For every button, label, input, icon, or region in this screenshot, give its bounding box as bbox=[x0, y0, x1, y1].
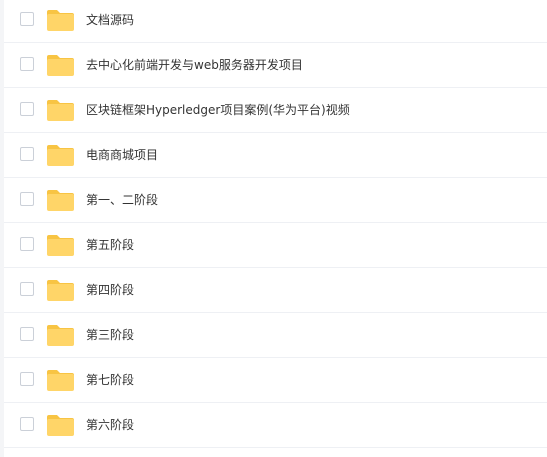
file-list: 文档源码 去中心化前端开发与web服务器开发项目 区块链框架Hyperledge… bbox=[0, 0, 547, 457]
list-item[interactable]: 第一、二阶段 bbox=[4, 178, 547, 223]
folder-name[interactable]: 第七阶段 bbox=[86, 371, 134, 389]
list-item[interactable]: 第四阶段 bbox=[4, 268, 547, 313]
list-item[interactable]: 第六阶段 bbox=[4, 403, 547, 448]
folder-name[interactable]: 区块链框架Hyperledger项目案例(华为平台)视频 bbox=[86, 101, 350, 119]
checkbox[interactable] bbox=[20, 57, 34, 71]
checkbox[interactable] bbox=[20, 147, 34, 161]
folder-icon bbox=[46, 233, 75, 257]
checkbox[interactable] bbox=[20, 12, 34, 26]
list-item[interactable]: 去中心化前端开发与web服务器开发项目 bbox=[4, 43, 547, 88]
list-item[interactable]: 电商商城项目 bbox=[4, 133, 547, 178]
folder-icon bbox=[46, 413, 75, 437]
list-item[interactable]: 区块链框架Hyperledger项目案例(华为平台)视频 bbox=[4, 88, 547, 133]
folder-icon bbox=[46, 8, 75, 32]
list-item[interactable]: 文档源码 bbox=[4, 0, 547, 43]
list-item[interactable]: 第七阶段 bbox=[4, 358, 547, 403]
folder-icon bbox=[46, 53, 75, 77]
folder-icon bbox=[46, 98, 75, 122]
checkbox[interactable] bbox=[20, 192, 34, 206]
checkbox[interactable] bbox=[20, 237, 34, 251]
checkbox[interactable] bbox=[20, 102, 34, 116]
folder-icon bbox=[46, 278, 75, 302]
checkbox[interactable] bbox=[20, 282, 34, 296]
folder-name[interactable]: 第四阶段 bbox=[86, 281, 134, 299]
list-item[interactable]: 第三阶段 bbox=[4, 313, 547, 358]
folder-name[interactable]: 电商商城项目 bbox=[86, 146, 158, 164]
folder-name[interactable]: 第五阶段 bbox=[86, 236, 134, 254]
folder-name[interactable]: 文档源码 bbox=[86, 11, 134, 29]
folder-name[interactable]: 第一、二阶段 bbox=[86, 191, 158, 209]
folder-name[interactable]: 第六阶段 bbox=[86, 416, 134, 434]
checkbox[interactable] bbox=[20, 417, 34, 431]
folder-name[interactable]: 去中心化前端开发与web服务器开发项目 bbox=[86, 56, 303, 74]
checkbox[interactable] bbox=[20, 372, 34, 386]
folder-icon bbox=[46, 323, 75, 347]
list-item[interactable]: 第五阶段 bbox=[4, 223, 547, 268]
folder-icon bbox=[46, 143, 75, 167]
folder-icon bbox=[46, 188, 75, 212]
checkbox[interactable] bbox=[20, 327, 34, 341]
folder-icon bbox=[46, 368, 75, 392]
folder-name[interactable]: 第三阶段 bbox=[86, 326, 134, 344]
